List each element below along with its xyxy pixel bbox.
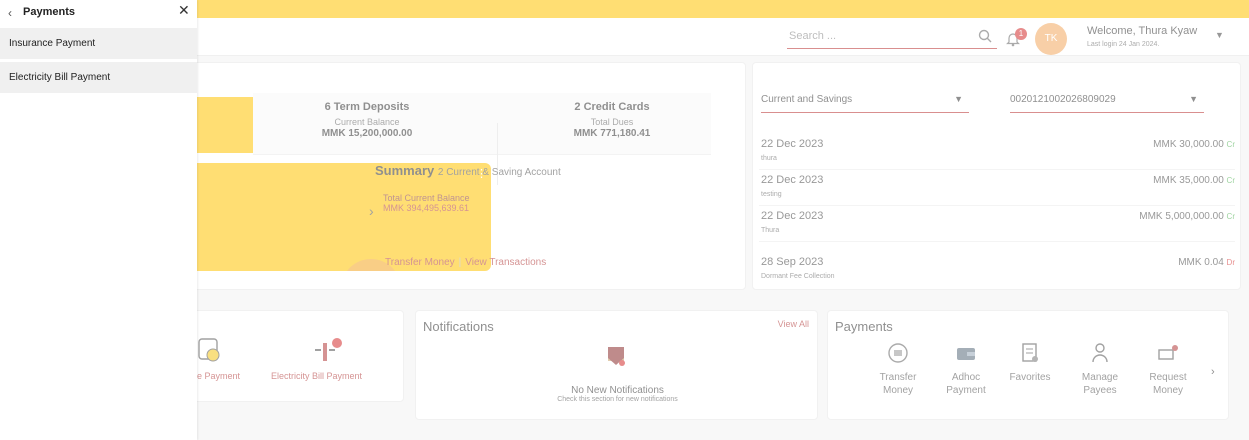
panel-item-electricity-bill-payment[interactable]: Electricity Bill Payment [0, 62, 197, 93]
panel-item-insurance-payment[interactable]: Insurance Payment [0, 28, 197, 59]
panel-title: Payments [23, 6, 75, 18]
payments-side-panel: ‹ Payments ✕ Insurance Payment Electrici… [0, 0, 197, 440]
panel-item-label: Electricity Bill Payment [9, 72, 111, 83]
chevron-left-icon[interactable]: ‹ [8, 6, 12, 20]
panel-item-label: Insurance Payment [9, 38, 96, 49]
panel-header: ‹ Payments ✕ [0, 0, 197, 26]
close-icon[interactable]: ✕ [178, 2, 190, 19]
